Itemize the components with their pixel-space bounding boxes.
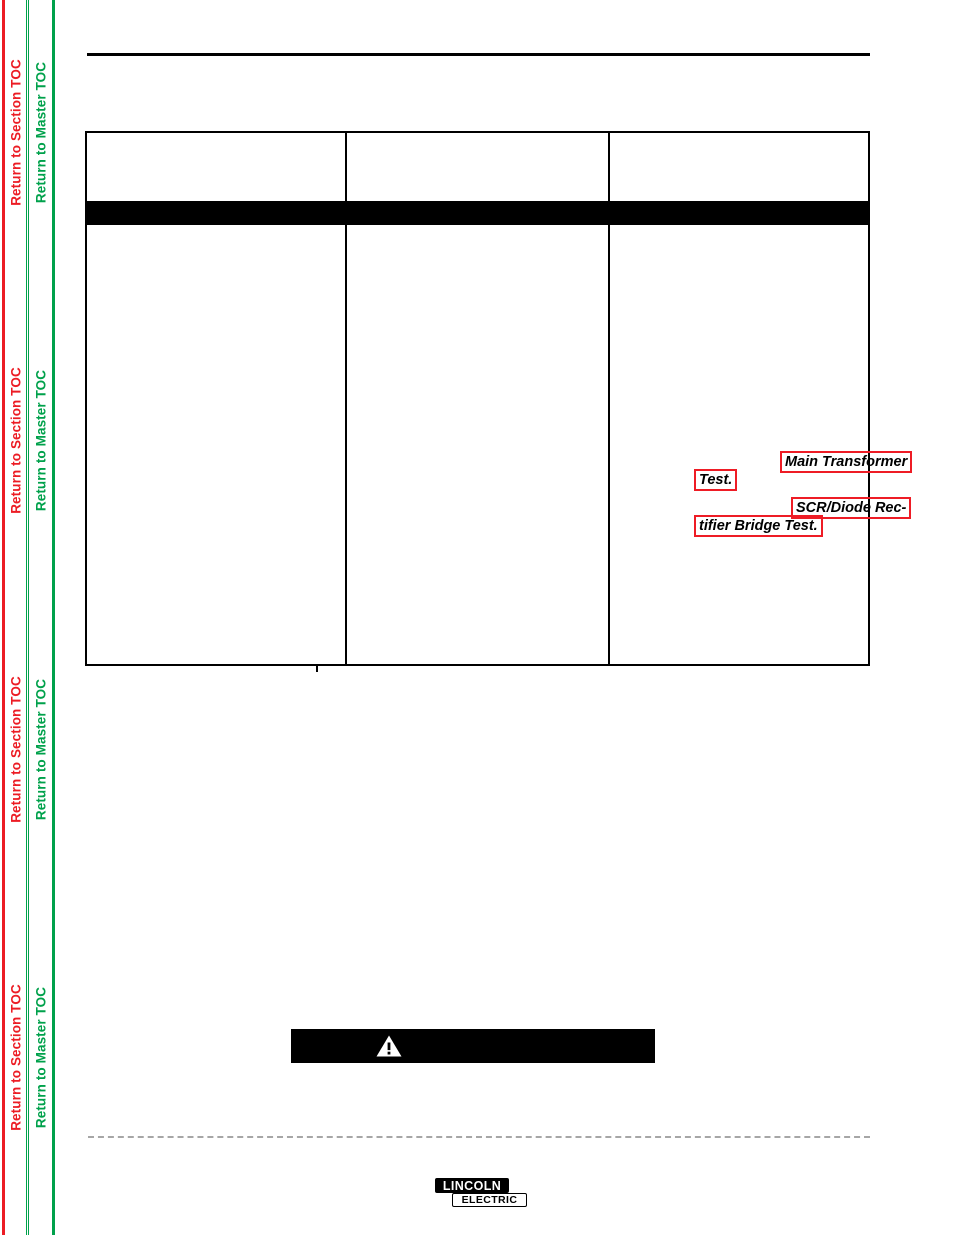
sidebar-item-return-to-master-toc-3[interactable]: Return to Master TOC	[33, 679, 48, 820]
page-content: Main Transformer Test. SCR/Diode Rec- ti…	[58, 0, 954, 1235]
sidebar-navigation: Return to Section TOC Return to Section …	[0, 0, 58, 1235]
sidebar-item-return-to-section-toc-1[interactable]: Return to Section TOC	[8, 59, 23, 206]
table-header-cell-3	[610, 133, 870, 145]
header-rule	[87, 53, 870, 56]
troubleshooting-table	[85, 131, 870, 666]
link-scr-diode-rectifier-bridge-test-line2[interactable]: tifier Bridge Test.	[694, 515, 823, 537]
link-main-transformer-test-line1[interactable]: Main Transformer	[780, 451, 913, 473]
table-column-divider-2	[608, 133, 610, 201]
table-divider-overhang	[316, 664, 318, 672]
sidebar-item-return-to-section-toc-2[interactable]: Return to Section TOC	[8, 367, 23, 514]
lincoln-electric-logo: LINCOLN ELECTRIC	[435, 1178, 527, 1210]
table-body-cell-3	[610, 225, 870, 237]
table-header-row	[87, 133, 868, 201]
logo-lincoln-text: LINCOLN	[435, 1178, 509, 1193]
logo-electric-text: ELECTRIC	[452, 1193, 527, 1207]
table-column-divider-3	[345, 225, 347, 664]
table-column-divider-1	[345, 133, 347, 201]
table-body-cell-2	[347, 225, 608, 237]
warning-triangle-icon	[376, 1035, 402, 1057]
sidebar-item-return-to-section-toc-3[interactable]: Return to Section TOC	[8, 676, 23, 823]
warning-banner	[291, 1029, 655, 1063]
table-header-cell-2	[347, 133, 608, 145]
sidebar-item-return-to-master-toc-2[interactable]: Return to Master TOC	[33, 370, 48, 511]
table-body-row	[87, 225, 868, 664]
sidebar-item-return-to-master-toc-1[interactable]: Return to Master TOC	[33, 62, 48, 203]
table-body-cell-1	[87, 225, 345, 237]
table-column-divider-4	[608, 225, 610, 664]
sidebar-item-return-to-section-toc-4[interactable]: Return to Section TOC	[8, 984, 23, 1131]
sidebar-master-toc-column: Return to Master TOC Return to Master TO…	[28, 0, 55, 1235]
sidebar-item-return-to-master-toc-4[interactable]: Return to Master TOC	[33, 987, 48, 1128]
sidebar-section-toc-column: Return to Section TOC Return to Section …	[2, 0, 27, 1235]
page-root: Return to Section TOC Return to Section …	[0, 0, 954, 1235]
table-separator-band	[87, 201, 868, 225]
table-header-cell-1	[87, 133, 345, 145]
link-main-transformer-test-line2[interactable]: Test.	[694, 469, 738, 491]
footer-divider	[88, 1136, 870, 1138]
